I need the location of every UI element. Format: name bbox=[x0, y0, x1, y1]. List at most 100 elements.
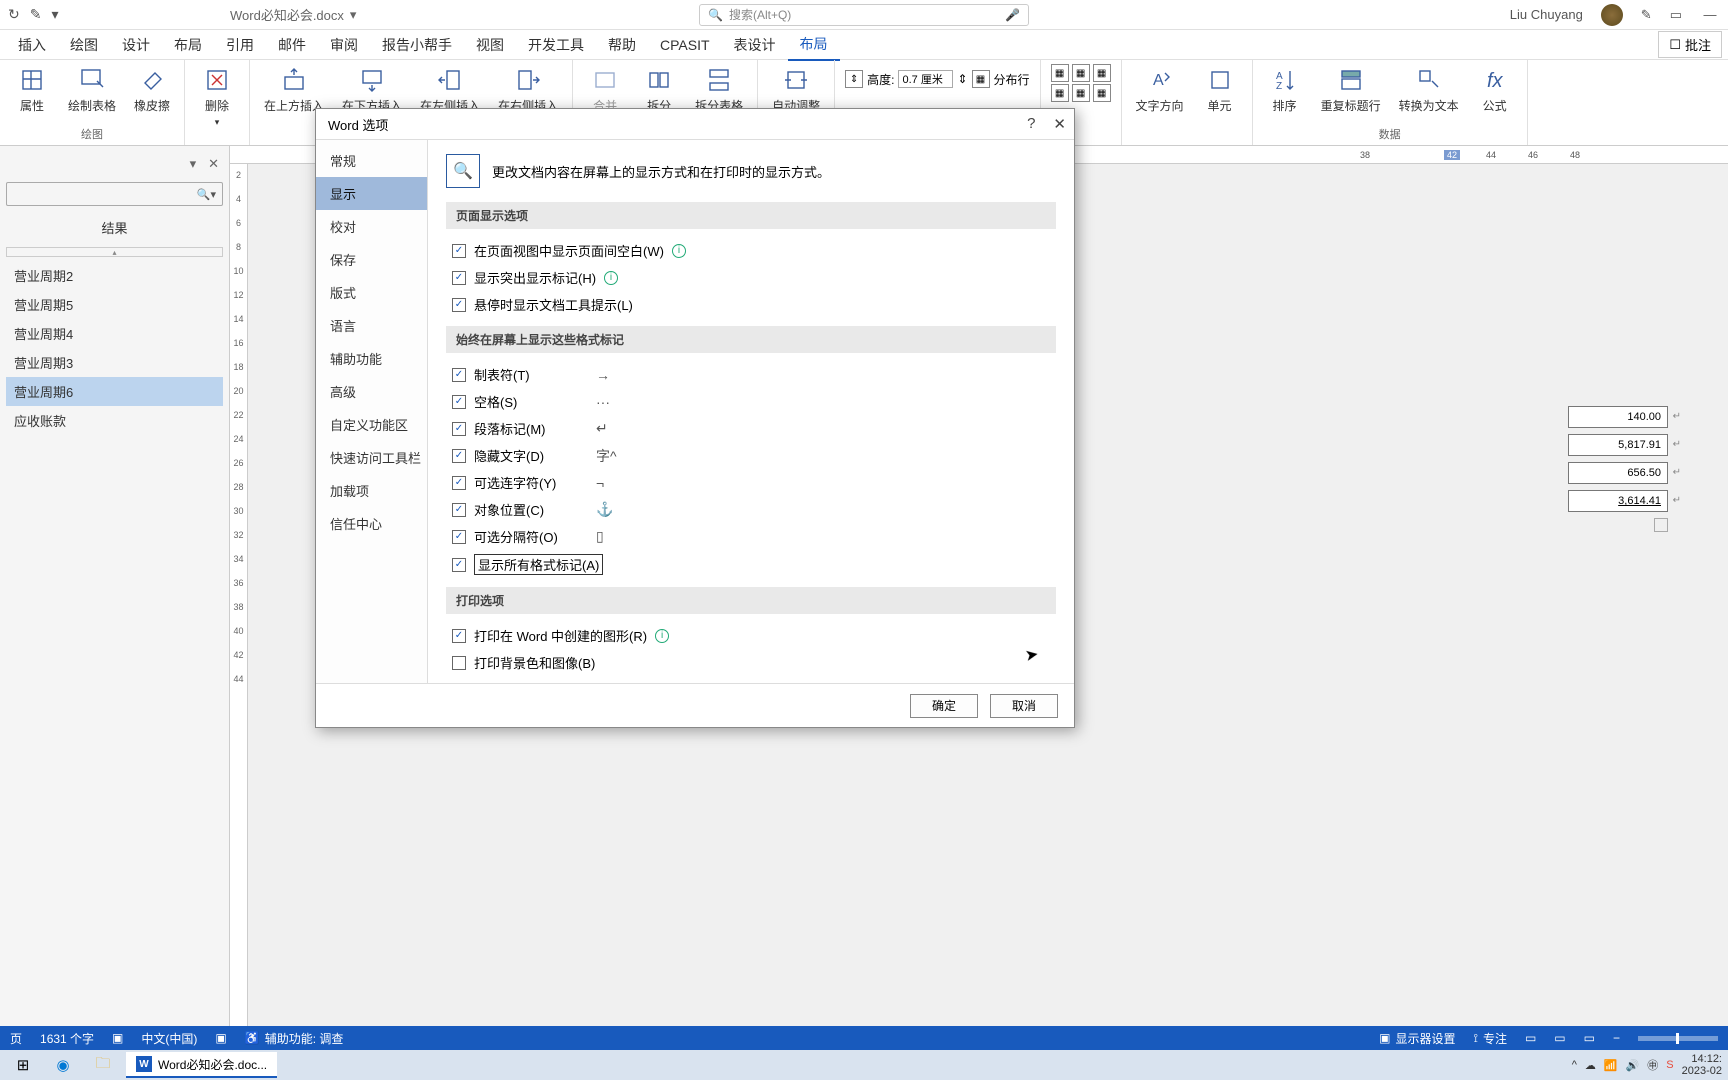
nav-dropdown-icon[interactable]: ▾ bbox=[190, 156, 197, 172]
empty-cell[interactable] bbox=[1654, 518, 1668, 532]
align-tr-icon[interactable]: ▦ bbox=[1093, 64, 1111, 82]
nav-item[interactable]: 营业周期4 bbox=[6, 319, 223, 348]
taskbar-clock[interactable]: 14:12: 2023-02 bbox=[1682, 1053, 1722, 1077]
align-tc-icon[interactable]: ▦ bbox=[1072, 64, 1090, 82]
nav-collapse-bar[interactable]: ▴ bbox=[6, 247, 223, 257]
tab-developer[interactable]: 开发工具 bbox=[516, 30, 596, 60]
delete-button[interactable]: 删除▾ bbox=[195, 64, 239, 130]
tab-layout[interactable]: 布局 bbox=[162, 30, 214, 60]
focus-mode[interactable]: ⟟ 专注 bbox=[1473, 1030, 1506, 1047]
side-language[interactable]: 语言 bbox=[316, 309, 427, 342]
align-mr-icon[interactable]: ▦ bbox=[1093, 84, 1111, 102]
user-name[interactable]: Liu Chuyang bbox=[1510, 7, 1583, 22]
checkbox[interactable] bbox=[452, 368, 466, 382]
nav-item[interactable]: 应收账款 bbox=[6, 406, 223, 435]
dialog-close-button[interactable]: ✕ bbox=[1053, 115, 1066, 133]
word-count[interactable]: 1631 个字 bbox=[40, 1030, 94, 1047]
display-settings[interactable]: ▣ 显示器设置 bbox=[1379, 1030, 1455, 1047]
sort-button[interactable]: AZ排序 bbox=[1263, 64, 1307, 116]
tab-mailings[interactable]: 邮件 bbox=[266, 30, 318, 60]
checkbox[interactable] bbox=[452, 422, 466, 436]
tray-ime-icon[interactable]: ㊥ bbox=[1647, 1057, 1658, 1073]
page-indicator[interactable]: 页 bbox=[10, 1030, 22, 1047]
tab-report-helper[interactable]: 报告小帮手 bbox=[370, 30, 464, 60]
checkbox[interactable] bbox=[452, 449, 466, 463]
autosave-icon[interactable]: ↻ bbox=[8, 6, 20, 23]
web-layout-icon[interactable]: ▭ bbox=[1584, 1031, 1595, 1045]
nav-item[interactable]: 营业周期6 bbox=[6, 377, 223, 406]
zoom-slider[interactable] bbox=[1638, 1036, 1718, 1041]
checkbox[interactable] bbox=[452, 271, 466, 285]
side-customize-ribbon[interactable]: 自定义功能区 bbox=[316, 408, 427, 441]
table-cell[interactable]: 140.00 bbox=[1568, 406, 1668, 428]
track-icon[interactable]: ▣ bbox=[215, 1031, 226, 1045]
side-save[interactable]: 保存 bbox=[316, 243, 427, 276]
eraser-button[interactable]: 橡皮擦 bbox=[130, 64, 174, 116]
vertical-ruler[interactable]: 2468101214161820222426283032343638404244 bbox=[230, 164, 248, 1050]
side-advanced[interactable]: 高级 bbox=[316, 375, 427, 408]
tray-network-icon[interactable]: 📶 bbox=[1604, 1059, 1618, 1072]
tab-references[interactable]: 引用 bbox=[214, 30, 266, 60]
table-cell[interactable]: 656.50 bbox=[1568, 462, 1668, 484]
spell-icon[interactable]: ▣ bbox=[112, 1031, 123, 1045]
nav-close-icon[interactable]: ✕ bbox=[208, 156, 219, 172]
formula-button[interactable]: fx公式 bbox=[1473, 64, 1517, 116]
paint-icon[interactable]: ✎ bbox=[30, 6, 42, 23]
system-tray[interactable]: ^ ☁ 📶 🔊 ㊥ S 14:12: 2023-02 bbox=[1572, 1053, 1722, 1077]
checkbox[interactable] bbox=[452, 503, 466, 517]
height-input[interactable] bbox=[898, 70, 953, 88]
side-general[interactable]: 常规 bbox=[316, 144, 427, 177]
text-direction-button[interactable]: A文字方向 bbox=[1132, 64, 1188, 116]
read-mode-icon[interactable]: ▭ bbox=[1525, 1031, 1536, 1045]
zoom-out[interactable]: − bbox=[1613, 1031, 1620, 1045]
tray-onedrive-icon[interactable]: ☁ bbox=[1585, 1059, 1596, 1072]
align-ml-icon[interactable]: ▦ bbox=[1051, 84, 1069, 102]
tab-table-layout[interactable]: 布局 bbox=[788, 29, 840, 61]
side-accessibility[interactable]: 辅助功能 bbox=[316, 342, 427, 375]
comments-button[interactable]: ☐ 批注 bbox=[1658, 31, 1722, 58]
tab-design[interactable]: 设计 bbox=[110, 30, 162, 60]
nav-search-input[interactable]: 🔍▾ bbox=[6, 182, 223, 206]
dropdown-icon[interactable]: ▾ bbox=[51, 6, 58, 23]
taskbar-word-task[interactable]: W Word必知必会.doc... bbox=[126, 1052, 277, 1078]
row-height-control[interactable]: ⇕ 高度: ⇕ ▦ 分布行 bbox=[845, 70, 1029, 88]
checkbox[interactable] bbox=[452, 298, 466, 312]
tab-cpasit[interactable]: CPASIT bbox=[648, 32, 722, 58]
print-layout-icon[interactable]: ▭ bbox=[1554, 1031, 1565, 1045]
nav-item[interactable]: 营业周期2 bbox=[6, 261, 223, 290]
search-box[interactable]: 🔍 搜索(Alt+Q) 🎤 bbox=[699, 4, 1029, 26]
tab-review[interactable]: 审阅 bbox=[318, 30, 370, 60]
checkbox[interactable] bbox=[452, 629, 466, 643]
align-tl-icon[interactable]: ▦ bbox=[1051, 64, 1069, 82]
table-cell[interactable]: 5,817.91 bbox=[1568, 434, 1668, 456]
info-icon[interactable]: i bbox=[655, 629, 669, 643]
checkbox[interactable] bbox=[452, 395, 466, 409]
side-trust[interactable]: 信任中心 bbox=[316, 507, 427, 540]
nav-item[interactable]: 营业周期3 bbox=[6, 348, 223, 377]
cancel-button[interactable]: 取消 bbox=[990, 694, 1058, 718]
nav-item[interactable]: 营业周期5 bbox=[6, 290, 223, 319]
tab-view[interactable]: 视图 bbox=[464, 30, 516, 60]
checkbox[interactable] bbox=[452, 656, 466, 670]
info-icon[interactable]: i bbox=[604, 271, 618, 285]
side-proofing[interactable]: 校对 bbox=[316, 210, 427, 243]
repeat-header-button[interactable]: 重复标题行 bbox=[1317, 64, 1385, 116]
tab-draw[interactable]: 绘图 bbox=[58, 30, 110, 60]
align-mc-icon[interactable]: ▦ bbox=[1072, 84, 1090, 102]
convert-text-button[interactable]: 转换为文本 bbox=[1395, 64, 1463, 116]
checkbox[interactable] bbox=[452, 530, 466, 544]
tray-sogou-icon[interactable]: S bbox=[1666, 1059, 1673, 1071]
accessibility-indicator[interactable]: ♿ 辅助功能: 调查 bbox=[245, 1030, 344, 1047]
tab-help[interactable]: 帮助 bbox=[596, 30, 648, 60]
edge-icon[interactable]: ◉ bbox=[46, 1052, 80, 1078]
pen-icon[interactable]: ✎ bbox=[1641, 7, 1652, 23]
side-qat[interactable]: 快速访问工具栏 bbox=[316, 441, 427, 474]
info-icon[interactable]: i bbox=[672, 244, 686, 258]
checkbox[interactable] bbox=[452, 683, 466, 684]
language-indicator[interactable]: 中文(中国) bbox=[141, 1030, 197, 1047]
checkbox[interactable] bbox=[452, 244, 466, 258]
tab-table-design[interactable]: 表设计 bbox=[722, 30, 788, 60]
tray-volume-icon[interactable]: 🔊 bbox=[1626, 1059, 1640, 1072]
draw-table-button[interactable]: 绘制表格 bbox=[64, 64, 120, 116]
mic-icon[interactable]: 🎤 bbox=[1005, 8, 1020, 22]
